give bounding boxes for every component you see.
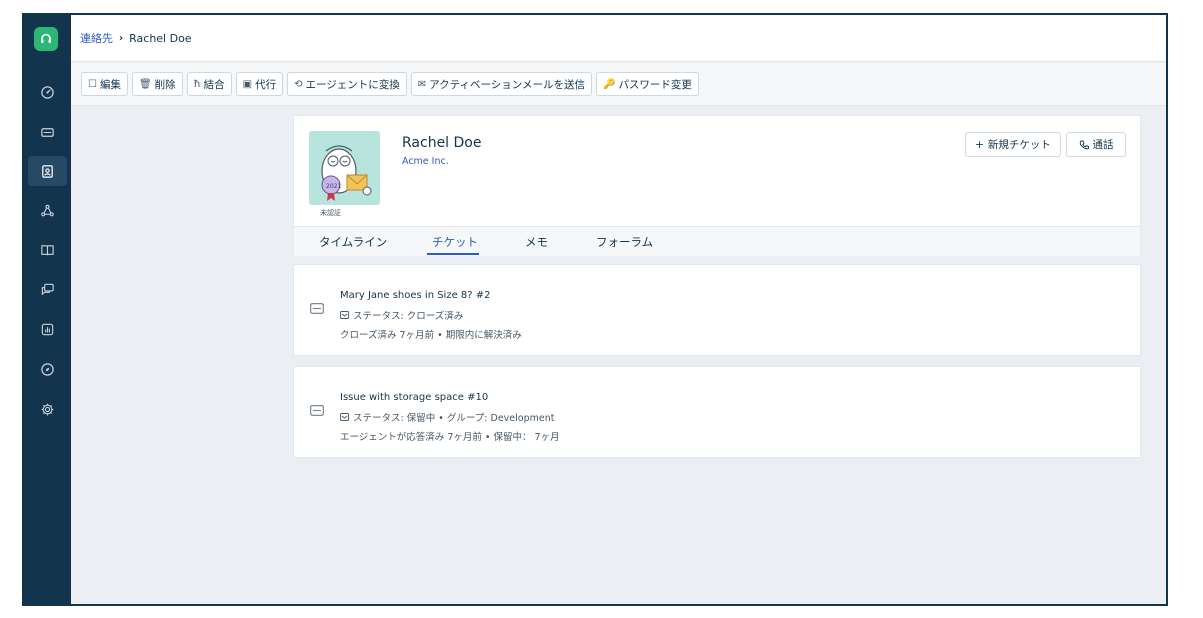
sidebar-item-tickets[interactable] xyxy=(28,117,67,147)
edit-button[interactable]: ☐ 編集 xyxy=(81,72,128,96)
breadcrumb-contacts-link[interactable]: 連絡先 xyxy=(80,30,113,46)
mail-label: アクティベーションメールを送信 xyxy=(429,78,585,91)
trash-button[interactable]: 🗑 削除 xyxy=(131,72,183,96)
social-icon xyxy=(41,204,54,216)
avatar: 2021 xyxy=(309,131,380,205)
merge-button[interactable]: ħ 結合 xyxy=(186,72,232,96)
convert-button[interactable]: ⟲ エージェントに変換 xyxy=(287,72,407,96)
key-label: パスワード変更 xyxy=(618,78,692,91)
key-icon: 🔑 xyxy=(602,78,616,90)
admin-icon xyxy=(41,403,54,415)
impersonate-button[interactable]: ▣ 代行 xyxy=(235,72,284,96)
ticket-title[interactable]: Issue with storage space #10 xyxy=(340,392,488,403)
toolbar: ☐ 編集 🗑 削除 ħ 結合 ▣ 代行 ⟲ エージェントに変換 ✉ アクティベーションメールを送信 🔑 パ… xyxy=(71,63,1166,106)
sidebar-item-forums[interactable] xyxy=(28,274,67,304)
call-label: 通話 xyxy=(1092,139,1114,151)
phone-icon xyxy=(1079,140,1089,149)
breadcrumb-separator-icon: › xyxy=(119,32,124,44)
ticket-status-text: ステータス: 保留中 • グループ: Development xyxy=(353,413,555,424)
new-ticket-label: 新規チケット xyxy=(987,139,1051,151)
convert-label: エージェントに変換 xyxy=(305,78,400,91)
forums-icon xyxy=(41,283,54,295)
active-tab-indicator xyxy=(427,253,479,255)
plus-icon: + xyxy=(975,138,984,151)
key-button[interactable]: 🔑 パスワード変更 xyxy=(595,72,699,96)
sidebar-item-reports[interactable] xyxy=(28,314,67,344)
tab-bar: タイムライン チケット メモ フォーラム xyxy=(294,226,1140,256)
convert-icon: ⟲ xyxy=(294,78,303,90)
contacts-icon xyxy=(42,164,53,178)
ticket-title[interactable]: Mary Jane shoes in Size 8? #2 xyxy=(340,290,491,301)
solutions-icon xyxy=(41,244,54,255)
breadcrumb-current: Rachel Doe xyxy=(129,31,192,45)
status-icon xyxy=(340,311,349,319)
ticket-card[interactable]: Mary Jane shoes in Size 8? #2 ステータス: クロー… xyxy=(293,264,1141,356)
ticket-status: ステータス: 保留中 • グループ: Development xyxy=(340,410,554,424)
trash-label: 削除 xyxy=(154,78,176,91)
sidebar-item-dashboard[interactable] xyxy=(28,77,67,107)
contact-name: Rachel Doe xyxy=(402,135,482,151)
tab-tickets[interactable]: チケット xyxy=(432,234,478,250)
unverified-label: 未認証 xyxy=(320,209,341,217)
tickets-icon xyxy=(41,127,54,137)
sidebar-item-social[interactable] xyxy=(28,195,67,225)
edit-label: 編集 xyxy=(99,78,121,91)
ticket-meta: クローズ済み 7ヶ月前 • 期限内に解決済み xyxy=(340,330,522,341)
call-button[interactable]: 通話 xyxy=(1066,132,1126,157)
sidebar-item-admin[interactable] xyxy=(28,394,67,424)
ticket-meta: エージェントが応答済み 7ヶ月前 • 保留中： 7ヶ月 xyxy=(340,432,560,443)
trash-icon: 🗑 xyxy=(138,78,152,90)
contact-profile-card: 2021 未認証 Rachel Doe Acme Inc. + 新規チケット 通… xyxy=(293,115,1141,256)
mail-icon: ✉ xyxy=(417,78,427,90)
breadcrumb: 連絡先 › Rachel Doe xyxy=(71,15,1166,62)
tab-forums[interactable]: フォーラム xyxy=(596,234,653,250)
app-window: 連絡先 › Rachel Doe ☐ 編集 🗑 削除 ħ 結合 ▣ 代行 ⟲ エージェントに変換 ✉… xyxy=(22,13,1168,606)
sidebar xyxy=(24,15,71,604)
sidebar-item-discover[interactable] xyxy=(28,354,67,384)
ticket-card[interactable]: Issue with storage space #10 ステータス: 保留中 … xyxy=(293,366,1141,458)
tab-notes[interactable]: メモ xyxy=(525,234,548,250)
ticket-icon xyxy=(310,405,324,416)
ticket-status: ステータス: クローズ済み xyxy=(340,308,463,322)
mail-button[interactable]: ✉ アクティベーションメールを送信 xyxy=(410,72,592,96)
discover-icon xyxy=(41,362,54,376)
merge-icon: ħ xyxy=(193,78,201,90)
sidebar-item-solutions[interactable] xyxy=(28,235,67,265)
impersonate-icon: ▣ xyxy=(242,78,253,90)
logo-icon[interactable] xyxy=(34,27,58,51)
reports-icon xyxy=(41,323,54,335)
sidebar-item-contacts[interactable] xyxy=(28,156,67,186)
impersonate-label: 代行 xyxy=(255,78,277,91)
ticket-status-text: ステータス: クローズ済み xyxy=(353,311,464,322)
merge-label: 結合 xyxy=(203,78,225,91)
status-icon xyxy=(340,413,349,421)
company-link[interactable]: Acme Inc. xyxy=(402,156,449,167)
new-ticket-button[interactable]: + 新規チケット xyxy=(965,132,1061,157)
tab-timeline[interactable]: タイムライン xyxy=(319,234,387,250)
dashboard-icon xyxy=(41,85,54,99)
svg-text:2021: 2021 xyxy=(326,183,341,190)
ticket-icon xyxy=(310,303,324,314)
edit-icon: ☐ xyxy=(88,78,97,90)
